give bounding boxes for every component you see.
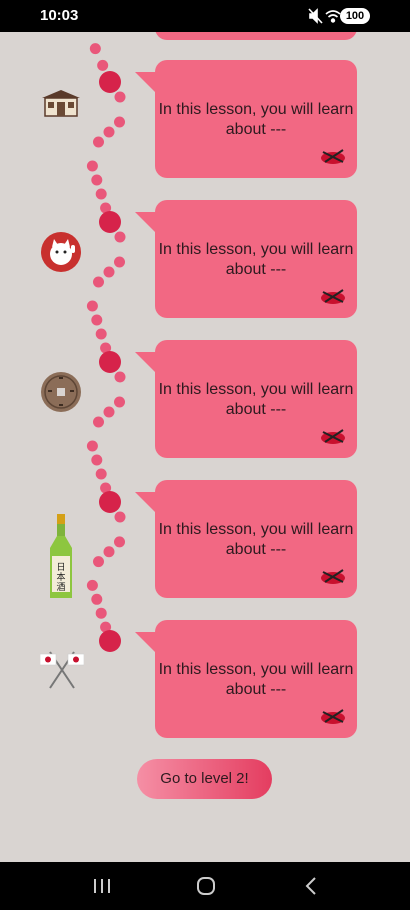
japanese-coin-icon xyxy=(41,372,81,412)
path-dot xyxy=(114,116,125,128)
lesson-text: In this lesson, you will learn about --- xyxy=(158,661,354,698)
go-to-level-button[interactable]: Go to level 2! xyxy=(137,759,272,799)
path-dot xyxy=(103,126,115,138)
lesson-node[interactable] xyxy=(99,491,121,513)
path-dot xyxy=(91,454,103,466)
lesson-text: In this lesson, you will learn about --- xyxy=(158,381,354,418)
sushi-icon xyxy=(321,429,345,444)
path-dot xyxy=(95,188,107,200)
path-dot xyxy=(91,314,103,326)
lesson-card[interactable]: In this lesson, you will learn about --- xyxy=(135,60,357,178)
path-dot xyxy=(114,371,126,383)
path-dot xyxy=(114,256,125,268)
sushi-icon xyxy=(321,569,345,584)
path-dot xyxy=(114,231,126,243)
sushi-icon xyxy=(321,289,345,304)
sushi-icon xyxy=(321,709,345,724)
back-icon[interactable] xyxy=(302,876,322,896)
path-dot xyxy=(114,91,126,103)
path-dot xyxy=(86,160,98,172)
sake-bottle-icon: 日 本 酒 xyxy=(50,514,72,598)
lesson-node[interactable] xyxy=(99,351,121,373)
lesson-text: In this lesson, you will learn about --- xyxy=(158,521,354,558)
path-dot xyxy=(95,468,107,480)
path-dot xyxy=(97,59,109,71)
lucky-cat-icon xyxy=(41,232,81,272)
sake-label-line-1: 日 xyxy=(56,562,65,573)
path-dot xyxy=(95,607,107,619)
status-bar-overlay: 10:03 100 xyxy=(0,0,410,32)
lesson-card[interactable]: In this lesson, you will learn about --- xyxy=(135,340,357,458)
path-dot xyxy=(114,536,125,548)
home-icon[interactable] xyxy=(196,876,216,896)
navigation-bar xyxy=(0,862,410,910)
sake-label-line-3: 酒 xyxy=(56,582,65,593)
recent-apps-icon[interactable] xyxy=(92,876,112,896)
lesson-card[interactable]: In this lesson, you will learn about --- xyxy=(135,480,357,598)
lesson-node[interactable] xyxy=(99,630,121,652)
status-time-overlay: 10:03 xyxy=(40,7,79,24)
path-dot xyxy=(103,546,115,558)
path-dot xyxy=(103,266,115,278)
lesson-card[interactable]: In this lesson, you will learn about --- xyxy=(135,620,357,738)
path-dot xyxy=(89,43,101,55)
path-dot xyxy=(86,300,98,312)
path-dot xyxy=(86,579,98,591)
battery-indicator-overlay: 100 xyxy=(340,8,370,24)
crossed-flags-icon xyxy=(40,651,84,689)
path-dot xyxy=(91,174,103,186)
japanese-house-icon xyxy=(42,90,80,117)
path-dot xyxy=(95,328,107,340)
mute-icon xyxy=(308,8,323,24)
path-dot xyxy=(103,406,115,418)
lesson-card[interactable]: In this lesson, you will learn about --- xyxy=(135,200,357,318)
path-dot xyxy=(114,396,125,408)
lesson-node[interactable] xyxy=(99,71,121,93)
path-dot xyxy=(93,556,104,568)
path-dot xyxy=(93,416,104,428)
path-dot xyxy=(93,276,104,288)
lesson-node[interactable] xyxy=(99,211,121,233)
lesson-text: In this lesson, you will learn about --- xyxy=(158,241,354,278)
path-dot xyxy=(93,136,104,148)
wifi-icon xyxy=(325,10,341,23)
path-dot xyxy=(114,511,126,523)
sake-label-line-2: 本 xyxy=(56,571,65,583)
sushi-icon xyxy=(321,149,345,164)
path-dot xyxy=(91,593,103,605)
lesson-text: In this lesson, you will learn about --- xyxy=(158,101,354,138)
path-dot xyxy=(86,440,98,452)
